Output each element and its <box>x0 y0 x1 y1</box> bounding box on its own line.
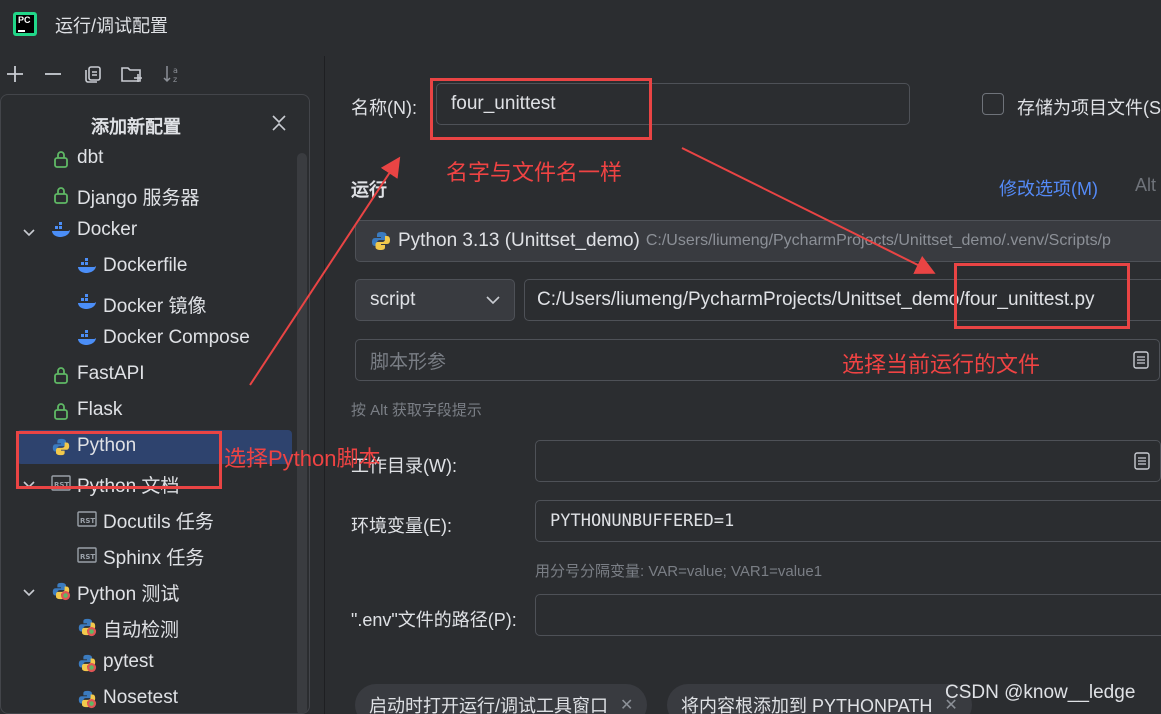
panel-header: 添加新配置 <box>91 117 181 137</box>
lock-icon <box>51 185 71 205</box>
run-section-title: 运行 <box>351 180 387 200</box>
plus-icon[interactable] <box>0 56 30 92</box>
env-hint: 用分号分隔变量: VAR=value; VAR1=value1 <box>535 563 823 580</box>
annotation-box-script <box>954 263 1130 329</box>
tree-item-label: Sphinx 任务 <box>103 548 205 569</box>
annotation-choose-python: 选择Python脚本 <box>224 446 381 471</box>
copy-icon[interactable] <box>78 56 108 92</box>
browse-folder-icon[interactable] <box>1134 452 1150 470</box>
rst-icon: RST <box>77 509 97 529</box>
store-as-project-file-label: 存储为项目文件(S) <box>1017 98 1161 118</box>
tree-item-label: Python 测试 <box>77 584 180 605</box>
chevron-down-icon[interactable] <box>22 224 36 238</box>
lock-icon <box>51 365 71 385</box>
dotenv-input[interactable] <box>535 594 1161 636</box>
svg-text:z: z <box>173 75 177 84</box>
interpreter-name: Python 3.13 (Unittset_demo) <box>398 230 640 251</box>
tree-item-label: Django 服务器 <box>77 188 200 209</box>
svg-text:RST: RST <box>80 517 95 525</box>
annotation-same-name: 名字与文件名一样 <box>446 160 623 185</box>
env-value: PYTHONUNBUFFERED=1 <box>550 511 735 531</box>
tree-item-label: FastAPI <box>77 363 145 384</box>
lock-icon <box>51 401 71 421</box>
expand-icon[interactable] <box>1133 351 1149 369</box>
tree-item-label: Docutils 任务 <box>103 512 214 533</box>
tree-item-docutils[interactable]: RST Docutils 任务 <box>1 502 301 536</box>
pycharm-logo-icon: PC <box>13 12 37 36</box>
sort-icon[interactable]: az <box>157 56 187 92</box>
tree-item-docker[interactable]: Docker <box>1 214 301 248</box>
tree-item-python[interactable]: Python 测试 <box>1 574 301 608</box>
env-label: 环境变量(E): <box>351 516 452 536</box>
chip-add-content-roots[interactable]: 将内容根添加到 PYTHONPATH ✕ <box>667 684 972 714</box>
workdir-input[interactable] <box>535 440 1161 482</box>
chip-add-content-roots-label: 将内容根添加到 PYTHONPATH <box>681 696 933 714</box>
tree-item-label: Flask <box>77 399 123 420</box>
docker-icon <box>77 329 97 349</box>
script-type-value: script <box>370 289 416 310</box>
chip-open-run-window-label: 启动时打开运行/调试工具窗口 <box>369 696 608 714</box>
annotation-choose-file: 选择当前运行的文件 <box>842 352 1041 377</box>
tree-item-label: Dockerfile <box>103 255 188 276</box>
lock-icon <box>51 149 71 169</box>
script-params-placeholder: 脚本形参 <box>370 351 447 373</box>
tree-item-sphinx[interactable]: RST Sphinx 任务 <box>1 538 301 572</box>
interpreter-select[interactable]: Python 3.13 (Unittset_demo) C:/Users/liu… <box>355 220 1161 262</box>
tree-item-pytest[interactable]: pytest <box>1 646 301 680</box>
tree-item-label: Docker <box>77 219 138 240</box>
tree-item-docker-compose[interactable]: Docker Compose <box>1 322 301 356</box>
new-folder-icon[interactable] <box>117 56 147 92</box>
python-icon <box>372 232 390 250</box>
env-input[interactable]: PYTHONUNBUFFERED=1 <box>535 500 1161 542</box>
dotenv-label: ".env"文件的路径(P): <box>351 610 517 630</box>
docker-icon <box>51 221 71 241</box>
modify-options-link[interactable]: 修改选项(M) <box>999 175 1098 201</box>
tree-item-dockerfile[interactable]: Dockerfile <box>1 250 301 284</box>
python-test-icon <box>77 689 97 709</box>
tree-item-dbt[interactable]: dbt <box>1 142 301 176</box>
python-test-icon <box>51 581 71 601</box>
tree-item-flask[interactable]: Flask <box>1 394 301 428</box>
tree-item-nosetest[interactable]: Nosetest <box>1 682 301 713</box>
title-bar: PC 运行/调试配置 <box>0 0 1161 48</box>
config-toolbar: az <box>0 56 320 92</box>
python-test-icon <box>77 653 97 673</box>
tree-item-label: pytest <box>103 651 154 672</box>
add-new-config-panel: 添加新配置 dbt Django 服务器 Docker Dockerfile Docke… <box>0 94 310 714</box>
chip-open-run-window[interactable]: 启动时打开运行/调试工具窗口 ✕ <box>355 684 648 714</box>
alt-hint: 按 Alt 获取字段提示 <box>351 402 482 419</box>
chevron-down-icon <box>486 296 500 305</box>
script-type-select[interactable]: script <box>355 279 515 321</box>
annotation-box-python <box>16 431 222 489</box>
modify-options-shortcut: Alt <box>1135 175 1157 195</box>
chip-remove-icon[interactable]: ✕ <box>620 695 633 714</box>
store-as-project-file-checkbox[interactable] <box>982 93 1004 115</box>
docker-icon <box>77 257 97 277</box>
rst-icon: RST <box>77 545 97 565</box>
tree-item-docker[interactable]: Docker 镜像 <box>1 286 301 320</box>
minus-icon[interactable] <box>38 56 68 92</box>
tree-item-django[interactable]: Django 服务器 <box>1 178 301 212</box>
tree-item-label: Nosetest <box>103 687 178 708</box>
interpreter-path: C:/Users/liumeng/PycharmProjects/Unittse… <box>645 232 1111 249</box>
svg-text:a: a <box>173 66 178 75</box>
window-title: 运行/调试配置 <box>55 16 169 36</box>
tree-item-fastapi[interactable]: FastAPI <box>1 358 301 392</box>
docker-icon <box>77 293 97 313</box>
python-test-icon <box>77 617 97 637</box>
tree-item-label: 自动检测 <box>103 620 180 641</box>
tree-item-label: Docker Compose <box>103 327 250 348</box>
tree-item-label: dbt <box>77 147 104 168</box>
annotation-box-name <box>430 78 652 140</box>
tree-item-[interactable]: 自动检测 <box>1 610 301 644</box>
tree-item-label: Docker 镜像 <box>103 296 207 317</box>
chevron-down-icon[interactable] <box>22 584 36 598</box>
svg-text:RST: RST <box>80 553 95 561</box>
csdn-watermark: CSDN @know__ledge <box>945 682 1136 703</box>
close-icon[interactable] <box>269 113 289 133</box>
name-label: 名称(N): <box>351 98 417 118</box>
